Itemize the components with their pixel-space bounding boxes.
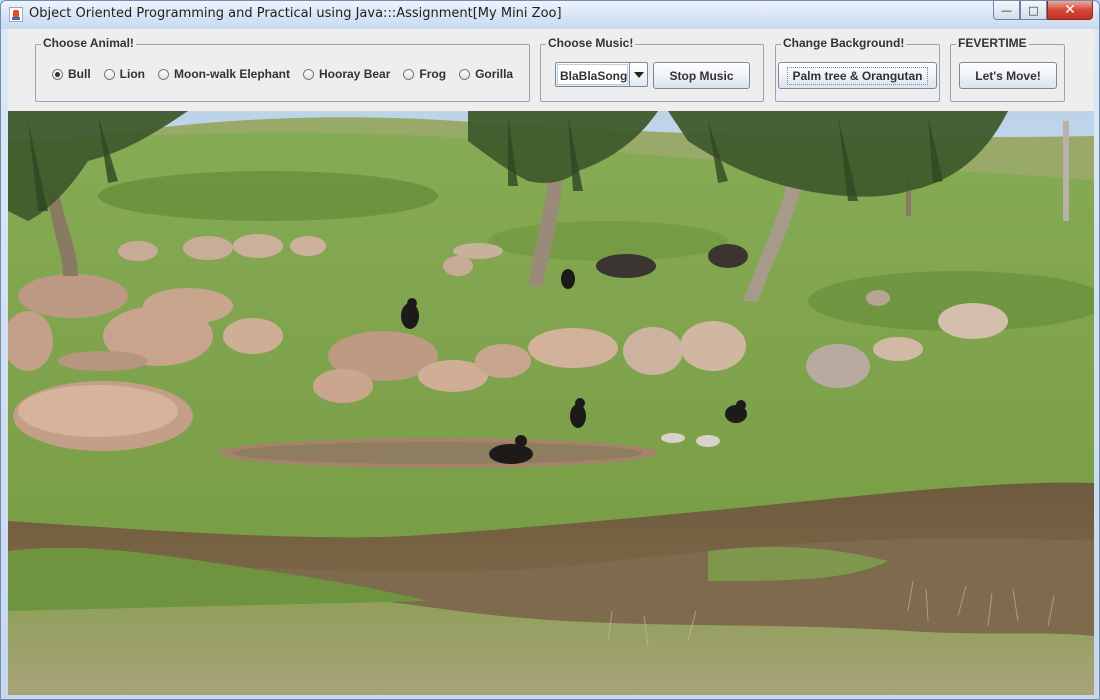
maximize-button[interactable]: □ [1020, 1, 1047, 20]
controls-panel: Choose Animal! Bull Lion Moon-walk Elephan… [8, 29, 1094, 111]
radio-hooray-bear[interactable]: Hooray Bear [303, 67, 390, 81]
fever-group: FEVERTIME Let's Move! [950, 36, 1065, 102]
fever-group-title: FEVERTIME [956, 36, 1029, 50]
radio-moon-walk-elephant[interactable]: Moon-walk Elephant [158, 67, 290, 81]
background-button-label: Palm tree & Orangutan [787, 66, 928, 85]
chevron-down-icon [633, 71, 644, 78]
close-button[interactable]: ✕ [1047, 1, 1093, 20]
radio-frog[interactable]: Frog [403, 67, 446, 81]
radio-button-icon[interactable] [103, 68, 115, 80]
window-controls: — □ ✕ [993, 1, 1093, 21]
radio-gorilla[interactable]: Gorilla [459, 67, 513, 81]
background-group-title: Change Background! [781, 36, 907, 50]
title-bar[interactable]: Object Oriented Programming and Practica… [1, 1, 1099, 29]
background-group: Change Background! Palm tree & Orangutan [775, 36, 940, 102]
animal-radio-row: Bull Lion Moon-walk Elephant Hooray Bear Fro… [52, 67, 526, 81]
app-window: Object Oriented Programming and Practica… [0, 0, 1100, 700]
radio-label: Frog [419, 67, 447, 81]
music-combobox[interactable]: BlaBlaSong [555, 62, 648, 87]
music-group: Choose Music! BlaBlaSong Stop Music [540, 36, 764, 102]
music-combobox-value: BlaBlaSong [557, 64, 629, 85]
animal-group-title: Choose Animal! [41, 36, 136, 50]
radio-label: Bull [68, 67, 91, 81]
minimize-button[interactable]: — [993, 1, 1020, 20]
stop-music-button[interactable]: Stop Music [653, 62, 750, 89]
change-background-button[interactable]: Palm tree & Orangutan [778, 62, 937, 89]
radio-label: Hooray Bear [319, 67, 391, 81]
radio-button-icon[interactable] [303, 68, 315, 80]
radio-button-icon[interactable] [459, 68, 471, 80]
music-group-title: Choose Music! [546, 36, 636, 50]
radio-button-icon[interactable] [52, 68, 63, 80]
animal-group: Choose Animal! Bull Lion Moon-walk Elephan… [35, 36, 530, 102]
zoo-scene-illustration [8, 111, 1094, 695]
combobox-arrow-button[interactable] [629, 63, 647, 86]
radio-label: Gorilla [475, 67, 514, 81]
radio-bull[interactable]: Bull [52, 67, 91, 81]
radio-button-icon[interactable] [403, 68, 415, 80]
java-app-icon [9, 7, 23, 22]
zoo-background-photo [8, 111, 1094, 695]
lets-move-button[interactable]: Let's Move! [959, 62, 1057, 89]
radio-lion[interactable]: Lion [103, 67, 145, 81]
radio-label: Lion [119, 67, 145, 81]
radio-button-icon[interactable] [158, 68, 169, 80]
content-pane: Choose Animal! Bull Lion Moon-walk Elephan… [8, 29, 1094, 695]
window-title: Object Oriented Programming and Practica… [29, 6, 562, 21]
radio-label: Moon-walk Elephant [174, 67, 291, 81]
